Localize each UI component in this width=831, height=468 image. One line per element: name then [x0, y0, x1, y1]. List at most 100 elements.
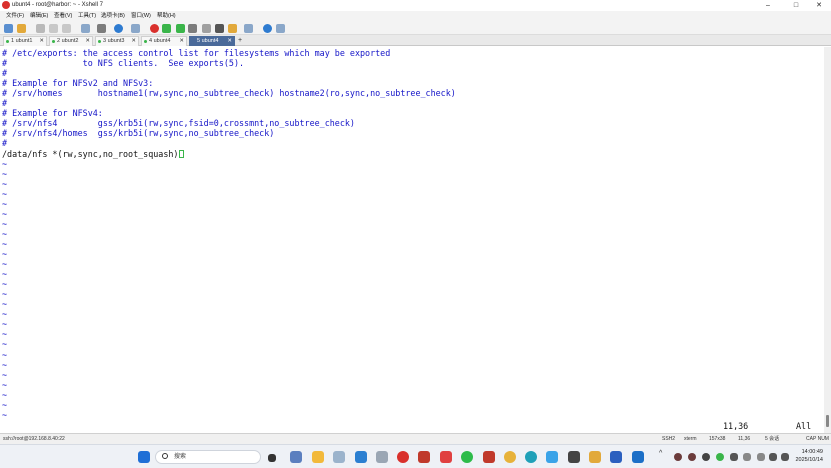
- search-icon: [162, 453, 168, 459]
- taskbar-search[interactable]: 搜索: [155, 450, 261, 464]
- tab-ubunt4[interactable]: 4 ubunt4 ✕: [141, 36, 187, 46]
- tray-icon[interactable]: [688, 453, 696, 461]
- comment-line: # /etc/exports: the access control list …: [2, 48, 390, 58]
- volume-icon[interactable]: [781, 453, 789, 461]
- minimize-button[interactable]: –: [756, 0, 780, 11]
- empty-line-tilde: ~: [2, 249, 8, 259]
- app-icon[interactable]: [632, 451, 644, 463]
- empty-line-tilde: ~: [2, 198, 8, 209]
- menu-file[interactable]: 文件(F): [6, 11, 24, 22]
- line-text: #: [2, 68, 8, 79]
- empty-line-tilde: ~: [2, 228, 8, 239]
- resize-icon[interactable]: [176, 24, 185, 33]
- app-icon[interactable]: [440, 451, 452, 463]
- close-tab-icon[interactable]: ✕: [85, 37, 90, 46]
- line-text: # Example for NFSv2 and NFSv3:: [2, 78, 154, 89]
- menu-edit[interactable]: 编辑(E): [30, 11, 48, 22]
- app-icon[interactable]: [333, 451, 345, 463]
- terminal-scrollbar[interactable]: [824, 47, 831, 433]
- wifi-icon[interactable]: [769, 453, 777, 461]
- scrollbar-thumb[interactable]: [826, 415, 829, 427]
- folder-icon[interactable]: [228, 24, 237, 33]
- file-explorer-icon[interactable]: [312, 451, 324, 463]
- empty-line-tilde: ~: [2, 289, 8, 300]
- lock-icon[interactable]: [188, 24, 197, 33]
- clock-time: 14:00:49: [801, 449, 823, 455]
- chrome-icon[interactable]: [504, 451, 516, 463]
- tab-ubunt1[interactable]: 1 ubunt1 ✕: [3, 36, 47, 46]
- pen-icon[interactable]: [215, 24, 224, 33]
- empty-line-tilde: ~: [2, 299, 8, 310]
- empty-line-tilde: ~: [2, 359, 8, 370]
- system-clock[interactable]: 14:00:49 2025/10/14: [795, 448, 823, 464]
- globe-icon[interactable]: [114, 24, 123, 33]
- empty-line-tilde: ~: [2, 188, 8, 199]
- tray-icon[interactable]: [730, 453, 738, 461]
- find-icon[interactable]: [81, 24, 90, 33]
- empty-line-tilde: ~: [2, 389, 8, 400]
- menu-tab[interactable]: 选项卡(B): [101, 11, 125, 22]
- script-icon[interactable]: [131, 24, 140, 33]
- terminal-view[interactable]: # /etc/exports: the access control list …: [0, 47, 824, 433]
- print-icon[interactable]: [97, 24, 106, 33]
- keyboard-icon[interactable]: [202, 24, 211, 33]
- app-icon[interactable]: [376, 451, 388, 463]
- app-icon[interactable]: [568, 451, 580, 463]
- settings-icon[interactable]: [290, 451, 302, 463]
- tab-ubunt4-active[interactable]: 5 ubunt4 ✕: [189, 36, 235, 46]
- comment-line: # Example for NFSv4:: [2, 108, 103, 118]
- close-tab-icon[interactable]: ✕: [39, 37, 44, 46]
- tray-icon[interactable]: [674, 453, 682, 461]
- close-tab-icon[interactable]: ✕: [227, 37, 232, 46]
- comment-line: # /srv/nfs4 gss/krb5i(rw,sync,fsid=0,cro…: [2, 118, 355, 128]
- task-view-icon[interactable]: [268, 454, 276, 462]
- line-text: # /etc/exports: the access control list …: [2, 48, 391, 58]
- comment-line: # to NFS clients. See exports(5).: [2, 58, 244, 68]
- vscode-icon[interactable]: [355, 451, 367, 463]
- chat-icon[interactable]: [276, 24, 285, 33]
- new-session-icon[interactable]: [4, 24, 13, 33]
- comment-line: # /srv/nfs4/homes gss/krb5i(rw,sync,no_s…: [2, 128, 274, 138]
- windows-start-icon[interactable]: [138, 451, 150, 463]
- empty-line-tilde: ~: [2, 379, 8, 390]
- tray-icon[interactable]: [743, 453, 751, 461]
- close-tab-icon[interactable]: ✕: [179, 37, 184, 46]
- comment-line: #: [2, 98, 7, 108]
- menu-window[interactable]: 窗口(W): [131, 11, 151, 22]
- tray-chevron-icon[interactable]: ^: [659, 450, 662, 457]
- line-text: # /srv/nfs4 gss/krb5i(rw,sync,fsid=0,cro…: [2, 118, 355, 129]
- close-button[interactable]: ✕: [807, 0, 831, 11]
- wechat-icon[interactable]: [461, 451, 473, 463]
- tray-icon[interactable]: [716, 453, 724, 461]
- line-text: # to NFS clients. See exports(5).: [2, 58, 245, 69]
- session-tab-bar: 1 ubunt1 ✕ 2 ubunt2 ✕ 3 ubunt3 ✕ 4 ubunt…: [0, 35, 831, 46]
- empty-line-tilde: ~: [2, 399, 8, 410]
- paste-icon[interactable]: [62, 24, 71, 33]
- tab-label: 4 ubunt4: [149, 38, 171, 44]
- app-icon[interactable]: [483, 451, 495, 463]
- app-icon[interactable]: [418, 451, 430, 463]
- menu-tools[interactable]: 工具(T): [78, 11, 96, 22]
- language-icon[interactable]: [757, 453, 765, 461]
- tab-ubunt3[interactable]: 3 ubunt3 ✕: [95, 36, 139, 46]
- open-folder-icon[interactable]: [17, 24, 26, 33]
- xshell-taskbar-icon[interactable]: [397, 451, 409, 463]
- edge-icon[interactable]: [525, 451, 537, 463]
- app-icon[interactable]: [546, 451, 558, 463]
- xshell-icon[interactable]: [150, 24, 159, 33]
- empty-line-tilde: ~: [2, 218, 8, 229]
- help-icon[interactable]: [263, 24, 272, 33]
- tab-ubunt2[interactable]: 2 ubunt2 ✕: [49, 36, 93, 46]
- menu-view[interactable]: 查看(V): [54, 11, 72, 22]
- word-icon[interactable]: [610, 451, 622, 463]
- maximize-button[interactable]: □: [784, 0, 808, 11]
- xftp-icon[interactable]: [162, 24, 171, 33]
- close-tab-icon[interactable]: ✕: [131, 37, 136, 46]
- layout-icon[interactable]: [244, 24, 253, 33]
- menu-help[interactable]: 帮助(H): [157, 11, 176, 22]
- app-icon[interactable]: [589, 451, 601, 463]
- copy-icon[interactable]: [49, 24, 58, 33]
- tray-icon[interactable]: [702, 453, 710, 461]
- disconnect-icon[interactable]: [36, 24, 45, 33]
- add-tab-button[interactable]: +: [238, 35, 242, 46]
